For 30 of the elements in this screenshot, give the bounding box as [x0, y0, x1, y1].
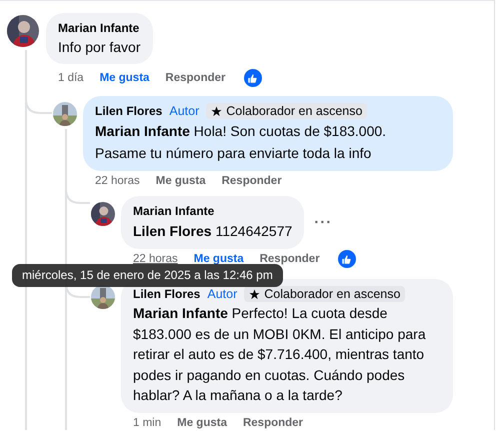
like-icon[interactable]: [338, 250, 356, 268]
reply-link[interactable]: Responder: [165, 72, 226, 84]
timestamp-link[interactable]: 22 horas: [95, 175, 140, 187]
date-tooltip: miércoles, 15 de enero de 2025 a las 12:46 pm: [12, 264, 283, 287]
author-name[interactable]: Lilen Flores: [95, 104, 162, 118]
timestamp-link[interactable]: 1 día: [58, 72, 84, 84]
timestamp-link[interactable]: 1 min: [133, 416, 162, 428]
reply-link[interactable]: Responder: [242, 416, 304, 428]
star-icon: [249, 288, 260, 300]
badge-label: Colaborador en ascenso: [226, 104, 362, 118]
author-name[interactable]: Marian Infante: [133, 204, 214, 218]
badge-label: Colaborador en ascenso: [264, 287, 400, 301]
like-link[interactable]: Me gusta: [177, 416, 227, 428]
timestamp-link[interactable]: 22 horas: [133, 253, 178, 265]
like-link[interactable]: Me gusta: [194, 253, 244, 265]
reply-link[interactable]: Responder: [222, 175, 282, 187]
author-label: Autor: [169, 104, 200, 118]
like-icon[interactable]: [244, 69, 262, 87]
more-button[interactable]: ···: [310, 214, 336, 231]
author-label: Autor: [207, 287, 238, 301]
author-name[interactable]: Lilen Flores: [133, 287, 200, 301]
reply-link[interactable]: Responder: [260, 253, 320, 265]
comment-text: Marian Infante Perfecto! La cuota desde $183.000 es de un MOBI 0KM. El anticipo para retirar el auto es de $7.716.400, mientras tanto podes ir pagando en cuotas. Cuándo podes hablar? A la mañana o a la tarde?: [133, 304, 427, 405]
comment-text: Info por favor: [58, 38, 140, 57]
comment-text: Marian Infante Hola! Son cuotas de $183.000. Pasame tu número para enviarte toda la info: [95, 122, 388, 163]
comment-text: Lilen Flores 1124642577: [133, 222, 292, 241]
like-link[interactable]: Me gusta: [100, 72, 150, 84]
author-name[interactable]: Marian Infante: [58, 21, 140, 35]
like-link[interactable]: Me gusta: [156, 175, 206, 187]
star-icon: [211, 106, 222, 116]
